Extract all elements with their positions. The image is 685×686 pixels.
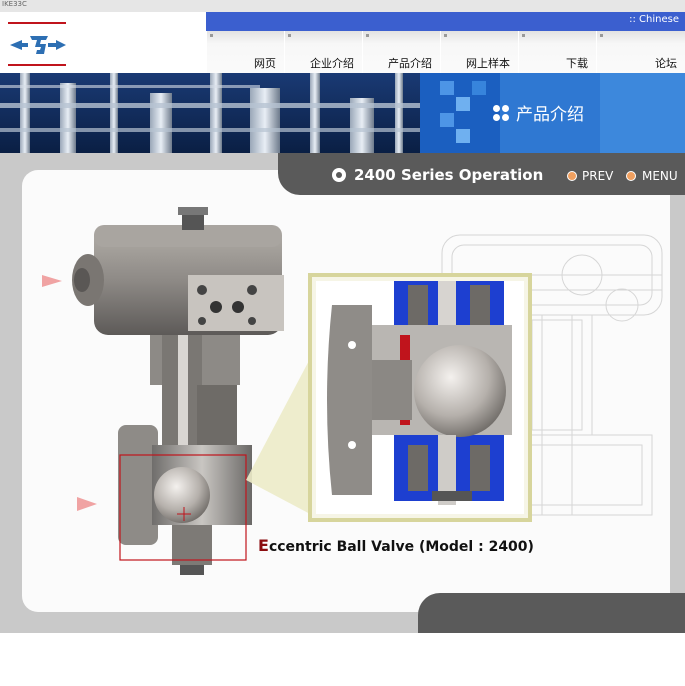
bullet-icon	[366, 34, 369, 37]
nav-item-forum[interactable]: 论坛	[596, 31, 685, 73]
nav-label: 网页	[254, 57, 276, 70]
main-nav: 网页 企业介绍 产品介绍 网上样本 下载 论坛	[206, 31, 685, 73]
cutaway-detail	[308, 273, 532, 522]
company-logo[interactable]	[8, 30, 68, 60]
ring-icon	[332, 168, 346, 182]
caption-rest: ccentric Ball Valve (Model : 2400)	[268, 539, 534, 555]
window-caption: IKE33C	[2, 0, 27, 8]
language-link-chinese[interactable]: :: Chinese	[629, 14, 679, 25]
nav-label: 下载	[566, 57, 588, 70]
nav-item-company[interactable]: 企业介绍	[284, 31, 362, 73]
nav-label: 产品介绍	[388, 57, 432, 70]
nav-item-catalog[interactable]: 网上样本	[440, 31, 518, 73]
logo-rule-top	[8, 22, 66, 24]
actuator	[72, 207, 284, 335]
bullet-icon	[210, 34, 213, 37]
menu-link[interactable]: MENU	[642, 169, 678, 183]
prev-arrow-icon[interactable]	[567, 171, 577, 181]
nav-label: 网上样本	[466, 57, 510, 70]
bullet-icon	[522, 34, 525, 37]
valve-illustration	[42, 207, 663, 575]
bullet-icon	[288, 34, 291, 37]
caption-first-letter: E	[258, 536, 269, 555]
banner-title: 产品介绍	[516, 105, 584, 125]
menu-arrow-icon[interactable]	[626, 171, 636, 181]
footer-band	[418, 593, 685, 633]
bullet-icon	[444, 34, 447, 37]
nav-topbar	[206, 12, 685, 31]
nav-item-download[interactable]: 下载	[518, 31, 596, 73]
nav-label: 论坛	[655, 57, 677, 70]
figure-caption: Eccentric Ball Valve (Model : 2400)	[258, 536, 534, 555]
nav-item-products[interactable]: 产品介绍	[362, 31, 440, 73]
prev-link[interactable]: PREV	[582, 169, 613, 183]
nav-item-home[interactable]: 网页	[206, 31, 284, 73]
grid-icon	[493, 105, 509, 121]
nav-label: 企业介绍	[310, 57, 354, 70]
bullet-icon	[600, 34, 603, 37]
logo-rule-bottom	[8, 64, 66, 66]
valve-body	[118, 425, 252, 575]
page-title: 2400 Series Operation	[354, 166, 544, 184]
